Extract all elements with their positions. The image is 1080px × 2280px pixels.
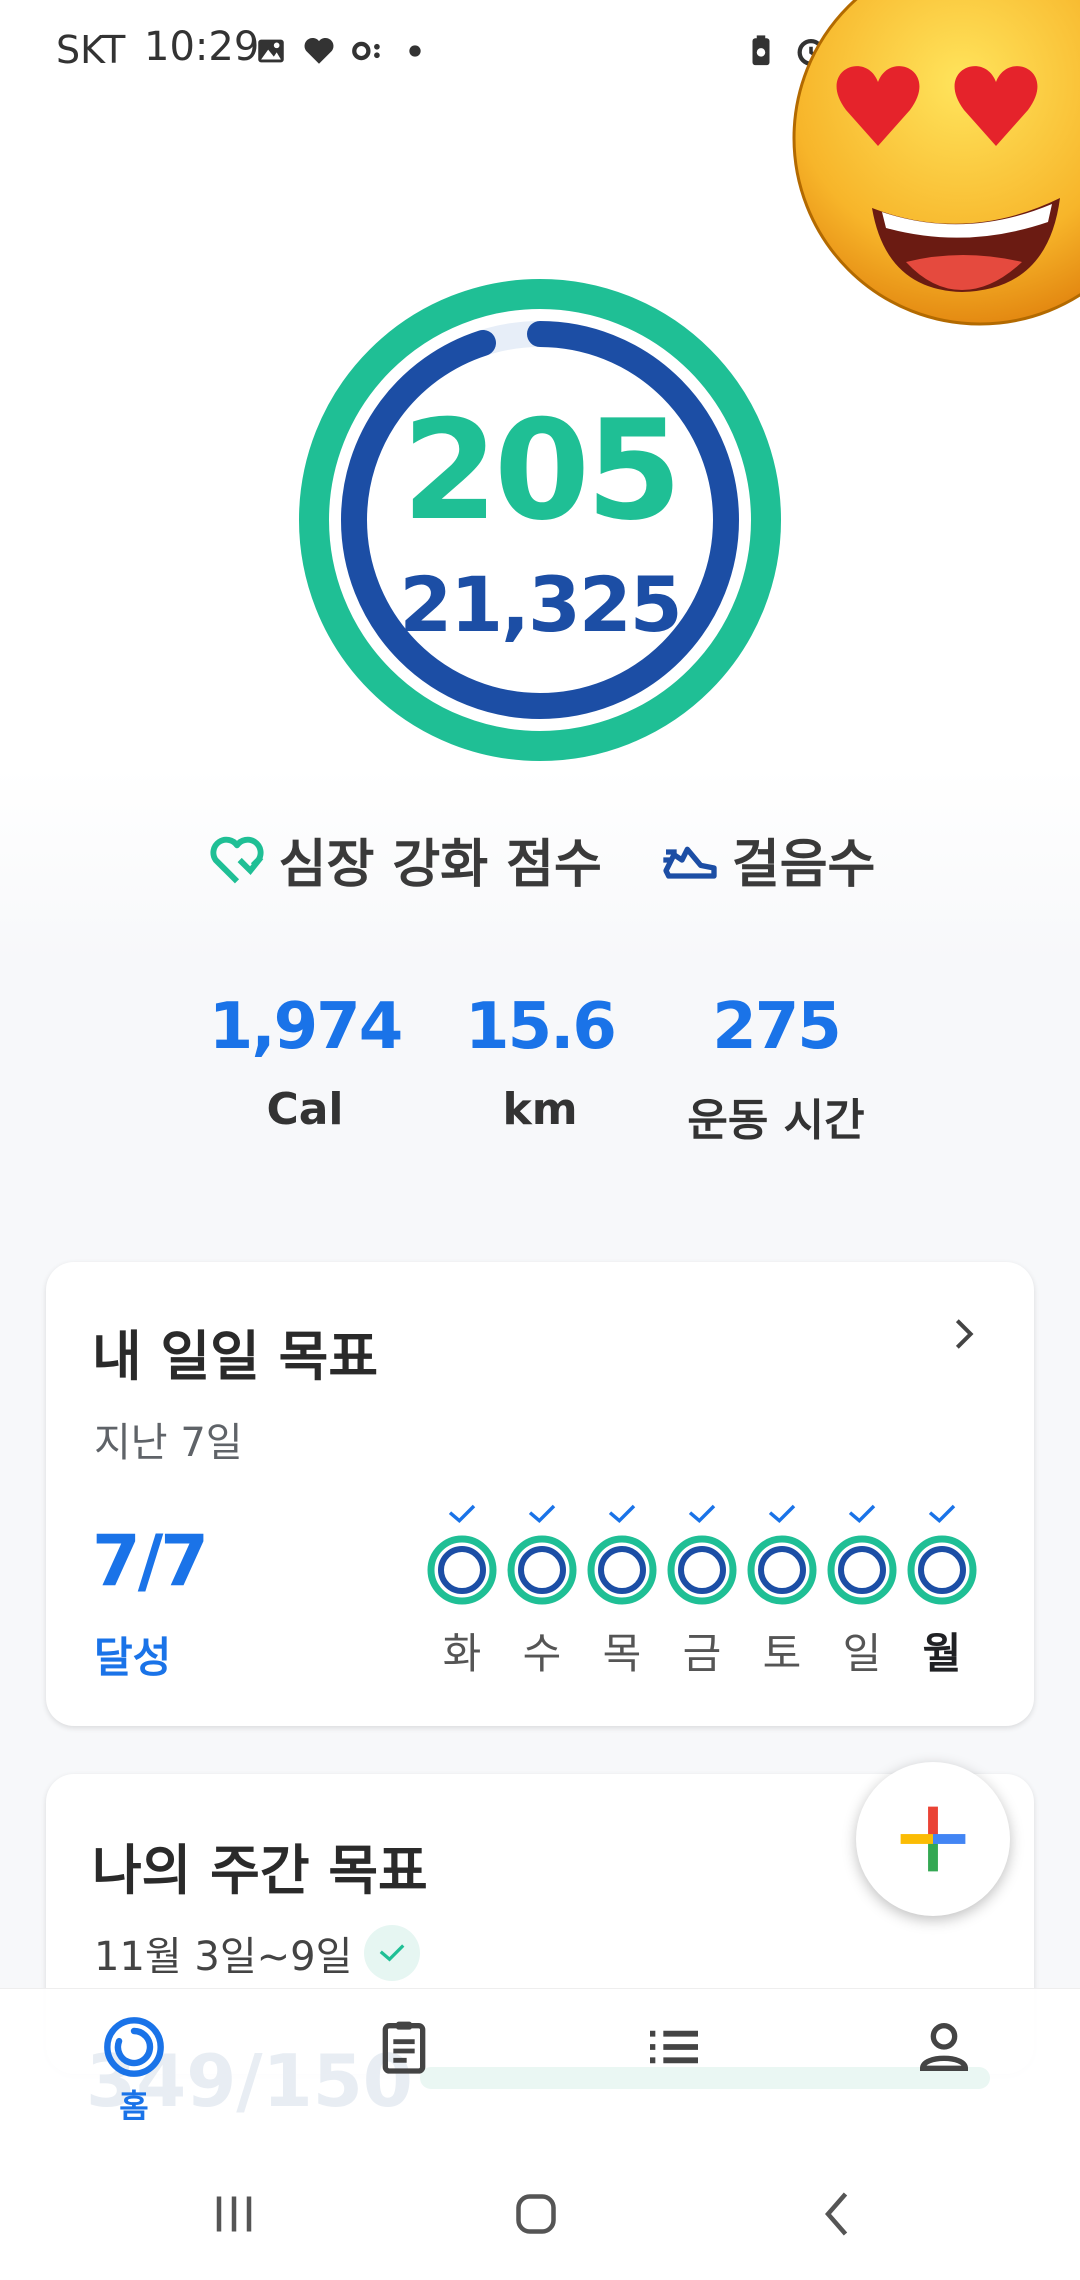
heart-points-label: 심장 강화 점수 (278, 835, 602, 895)
check-icon (848, 1504, 876, 1524)
daily-goals-title: 내 일일 목표 (92, 1325, 378, 1388)
day-item: 수 (502, 1502, 582, 1681)
clock: 10:29 (144, 24, 260, 70)
day-ring (747, 1535, 817, 1605)
bottom-navigation: 349/150 홈 (0, 1988, 1080, 2144)
journal-icon (382, 2021, 426, 2074)
day-item: 일 (822, 1502, 902, 1681)
day-label: 수 (522, 1629, 562, 1678)
heart-eyes-emoji (792, 0, 1080, 326)
profile-icon (919, 2023, 969, 2071)
day-ring (507, 1535, 577, 1605)
nav-journal[interactable] (344, 2015, 464, 2079)
heart-points-value: 205 (401, 390, 682, 551)
day-label: 토 (762, 1629, 802, 1678)
link-icon (352, 41, 380, 61)
day-item: 금 (662, 1502, 742, 1681)
add-button[interactable] (856, 1762, 1010, 1916)
day-label: 일 (842, 1629, 882, 1678)
dot-icon (409, 45, 421, 57)
weekly-goal-title: 나의 주간 목표 (92, 1839, 428, 1902)
nav-profile[interactable] (884, 2015, 1004, 2079)
check-badge-icon (364, 1925, 421, 1981)
check-icon (448, 1504, 476, 1524)
ring-legend: 심장 강화 점수 걸음수 (0, 822, 1080, 897)
day-item: 토 (742, 1502, 822, 1681)
stat-calories: 1,974 Cal (175, 990, 435, 1135)
day-ring (427, 1535, 497, 1605)
day-label: 금 (682, 1629, 722, 1678)
check-icon (928, 1504, 956, 1524)
chevron-right-icon[interactable] (944, 1314, 984, 1354)
browse-icon (650, 2030, 698, 2064)
daily-goals-subtitle: 지난 7일 (94, 1420, 243, 1466)
steps-value: 21,325 (399, 560, 682, 649)
day-ring (827, 1535, 897, 1605)
day-ring (907, 1535, 977, 1605)
day-ring (587, 1535, 657, 1605)
check-icon (688, 1504, 716, 1524)
day-item-today: 월 (902, 1502, 982, 1681)
health-icon (304, 37, 334, 64)
stat-label: Cal (266, 1084, 344, 1135)
check-icon (608, 1504, 636, 1524)
weekly-date-range: 11월 3일~9일 (94, 1934, 353, 1980)
day-item: 화 (422, 1502, 502, 1681)
stat-distance: 15.6 km (410, 990, 670, 1135)
day-label: 목 (602, 1629, 642, 1678)
home-icon (104, 2017, 164, 2077)
recent-apps-icon[interactable] (204, 2184, 264, 2244)
nav-home-label: 홈 (119, 2087, 149, 2125)
check-icon (768, 1504, 796, 1524)
stat-value: 1,974 (208, 990, 403, 1064)
stat-label: km (502, 1084, 578, 1135)
check-icon (528, 1504, 556, 1524)
shoe-icon (663, 846, 717, 879)
weekly-goal-subtitle: 11월 3일~9일 (94, 1924, 421, 1982)
legend-heart-points[interactable]: 심장 강화 점수 (205, 822, 602, 897)
day-label: 월 (922, 1629, 962, 1678)
day-ring (667, 1535, 737, 1605)
notification-icons (254, 34, 432, 68)
nav-browse[interactable] (614, 2015, 734, 2079)
carrier-label: SKT (56, 28, 126, 72)
plus-icon (900, 1806, 966, 1872)
gallery-icon (258, 39, 284, 63)
back-icon[interactable] (808, 2184, 868, 2244)
achieved-value: 7/7 (92, 1520, 209, 1602)
home-button-icon[interactable] (506, 2184, 566, 2244)
stat-move-minutes: 275 운동 시간 (646, 990, 906, 1148)
day-item: 목 (582, 1502, 662, 1681)
stat-label: 운동 시간 (687, 1095, 865, 1146)
achieved-label: 달성 (94, 1633, 172, 1682)
heart-pulse-icon (210, 836, 264, 883)
battery-saver-icon (752, 35, 770, 66)
legend-steps[interactable]: 걸음수 (658, 822, 876, 897)
system-navigation-bar (0, 2144, 1080, 2280)
stat-value: 275 (712, 990, 842, 1064)
nav-home[interactable]: 홈 (74, 2015, 194, 2127)
daily-goals-card[interactable]: 내 일일 목표 지난 7일 7/7 달성 화 수 목 금 토 일 월 (46, 1262, 1034, 1726)
day-label: 화 (442, 1629, 482, 1678)
stat-value: 15.6 (465, 990, 617, 1064)
steps-label: 걸음수 (731, 835, 876, 895)
